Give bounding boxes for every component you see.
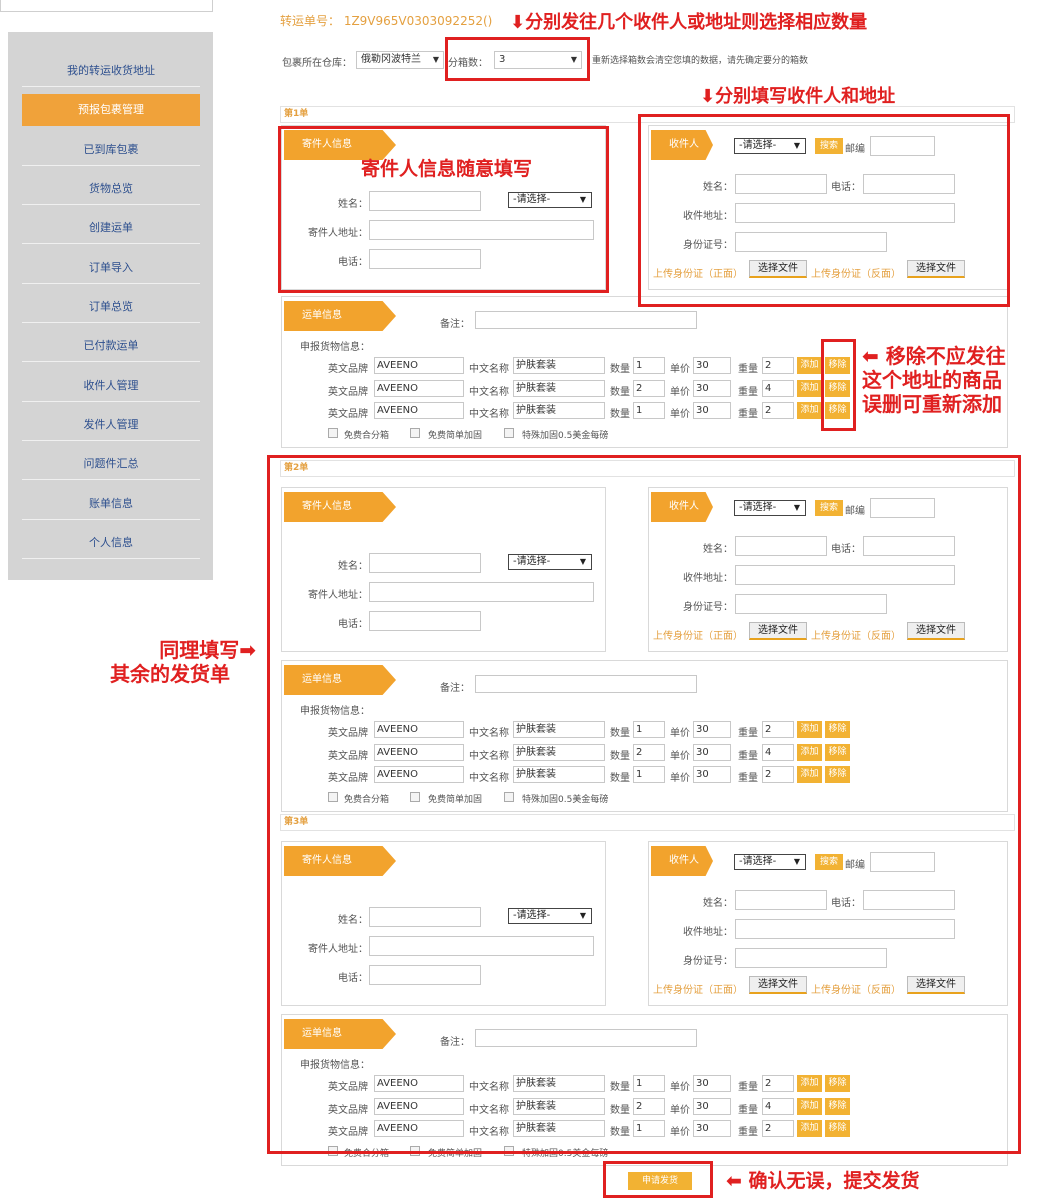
weight-input[interactable]: 2 bbox=[762, 357, 794, 374]
opt-free-merge-label: 免费合分箱 bbox=[344, 431, 390, 441]
price-label: 单价 bbox=[670, 387, 690, 398]
brand-label: 英文品牌 bbox=[328, 364, 368, 375]
qty-input[interactable]: 1 bbox=[633, 402, 665, 419]
qty-label: 数量 bbox=[610, 364, 630, 375]
sidebar-item-arrived[interactable]: 已到库包裹 bbox=[22, 134, 200, 166]
qty-label: 数量 bbox=[610, 409, 630, 420]
sidebar-item-orders[interactable]: 订单总览 bbox=[22, 291, 200, 323]
sidebar-top-box bbox=[0, 0, 213, 12]
highlight-sender bbox=[278, 126, 609, 293]
cn-name-label: 中文名称 bbox=[469, 364, 509, 375]
cn-name-input[interactable]: 护肤套装 bbox=[513, 402, 605, 419]
annotation-same: 同理填写➡ 其余的发货单 bbox=[110, 638, 256, 686]
weight-label: 重量 bbox=[738, 409, 758, 420]
qty-input[interactable]: 2 bbox=[633, 380, 665, 397]
arrow-down-icon: ⬇ bbox=[700, 86, 716, 107]
weight-input[interactable]: 4 bbox=[762, 380, 794, 397]
waybill-number: 转运单号： 1Z9V965V0303092252() bbox=[280, 14, 493, 28]
price-input[interactable]: 30 bbox=[693, 402, 731, 419]
sidebar-item-recipients[interactable]: 收件人管理 bbox=[22, 370, 200, 402]
weight-input[interactable]: 2 bbox=[762, 402, 794, 419]
weight-label: 重量 bbox=[738, 364, 758, 375]
cn-name-label: 中文名称 bbox=[469, 387, 509, 398]
opt-free-reinforce-label: 免费简单加固 bbox=[428, 431, 483, 441]
highlight-submit bbox=[603, 1161, 713, 1198]
brand-input[interactable]: AVEENO bbox=[374, 357, 464, 374]
cn-name-input[interactable]: 护肤套装 bbox=[513, 380, 605, 397]
sidebar: 我的转运收货地址 预报包裹管理 已到库包裹 货物总览 创建运单 订单导入 订单总… bbox=[8, 32, 213, 580]
opt-free-merge-checkbox[interactable] bbox=[328, 428, 338, 438]
add-button[interactable]: 添加 bbox=[797, 402, 822, 419]
qty-input[interactable]: 1 bbox=[633, 357, 665, 374]
opt-free-reinforce-checkbox[interactable] bbox=[410, 428, 420, 438]
highlight-other-orders bbox=[267, 455, 1021, 1154]
price-label: 单价 bbox=[670, 409, 690, 420]
warehouse-label: 包裹所在仓库： bbox=[282, 58, 352, 69]
qty-label: 数量 bbox=[610, 387, 630, 398]
highlight-recipient bbox=[638, 114, 1010, 307]
arrow-down-icon: ⬇ bbox=[510, 12, 526, 33]
warehouse-value: 俄勒冈波特兰 bbox=[361, 54, 421, 65]
highlight-box-count bbox=[445, 37, 590, 81]
annotation-sender: 寄件人信息随意填写 bbox=[361, 158, 533, 180]
arrow-right-icon: ➡ bbox=[239, 638, 256, 662]
sidebar-item-problems[interactable]: 问题件汇总 bbox=[22, 448, 200, 480]
remark-input[interactable] bbox=[475, 311, 697, 329]
weight-label: 重量 bbox=[738, 387, 758, 398]
opt-special-reinforce-checkbox[interactable] bbox=[504, 428, 514, 438]
sidebar-item-bills[interactable]: 账单信息 bbox=[22, 488, 200, 520]
sidebar-item-forecast[interactable]: 预报包裹管理 bbox=[22, 94, 200, 126]
waybill-tag: 运单信息 bbox=[284, 301, 396, 331]
sidebar-item-goods[interactable]: 货物总览 bbox=[22, 173, 200, 205]
sidebar-item-import[interactable]: 订单导入 bbox=[22, 252, 200, 284]
sidebar-item-create[interactable]: 创建运单 bbox=[22, 212, 200, 244]
brand-label: 英文品牌 bbox=[328, 387, 368, 398]
annotation-submit: ⬅ 确认无误，提交发货 bbox=[726, 1170, 920, 1192]
add-button[interactable]: 添加 bbox=[797, 380, 822, 397]
annotation-box-count: ⬇分别发往几个收件人或地址则选择相应数量 bbox=[510, 12, 868, 33]
arrow-left-icon: ⬅ bbox=[726, 1170, 742, 1192]
brand-label: 英文品牌 bbox=[328, 409, 368, 420]
sidebar-item-senders[interactable]: 发件人管理 bbox=[22, 409, 200, 441]
warehouse-select[interactable]: 俄勒冈波特兰 ▼ bbox=[356, 51, 444, 69]
declare-label: 申报货物信息： bbox=[300, 342, 370, 353]
cn-name-label: 中文名称 bbox=[469, 409, 509, 420]
box-count-hint: 重新选择箱数会清空您填的数据，请先确定要分的箱数 bbox=[592, 56, 809, 66]
add-button[interactable]: 添加 bbox=[797, 357, 822, 374]
price-input[interactable]: 30 bbox=[693, 357, 731, 374]
annotation-remove: ⬅ 移除不应发往 这个地址的商品 误删可重新添加 bbox=[862, 344, 1006, 416]
arrow-left-icon: ⬅ bbox=[862, 344, 879, 368]
cn-name-input[interactable]: 护肤套装 bbox=[513, 357, 605, 374]
sidebar-item-paid[interactable]: 已付款运单 bbox=[22, 330, 200, 362]
brand-input[interactable]: AVEENO bbox=[374, 380, 464, 397]
remark-label: 备注： bbox=[440, 319, 470, 330]
price-input[interactable]: 30 bbox=[693, 380, 731, 397]
sidebar-item-profile[interactable]: 个人信息 bbox=[22, 527, 200, 559]
annotation-recipient: ⬇分别填写收件人和地址 bbox=[700, 86, 896, 107]
sidebar-item-address[interactable]: 我的转运收货地址 bbox=[22, 55, 200, 87]
brand-input[interactable]: AVEENO bbox=[374, 402, 464, 419]
opt-special-reinforce-label: 特殊加固0.5美金每磅 bbox=[522, 431, 609, 441]
highlight-remove bbox=[821, 339, 856, 431]
price-label: 单价 bbox=[670, 364, 690, 375]
chevron-down-icon: ▼ bbox=[432, 55, 439, 64]
